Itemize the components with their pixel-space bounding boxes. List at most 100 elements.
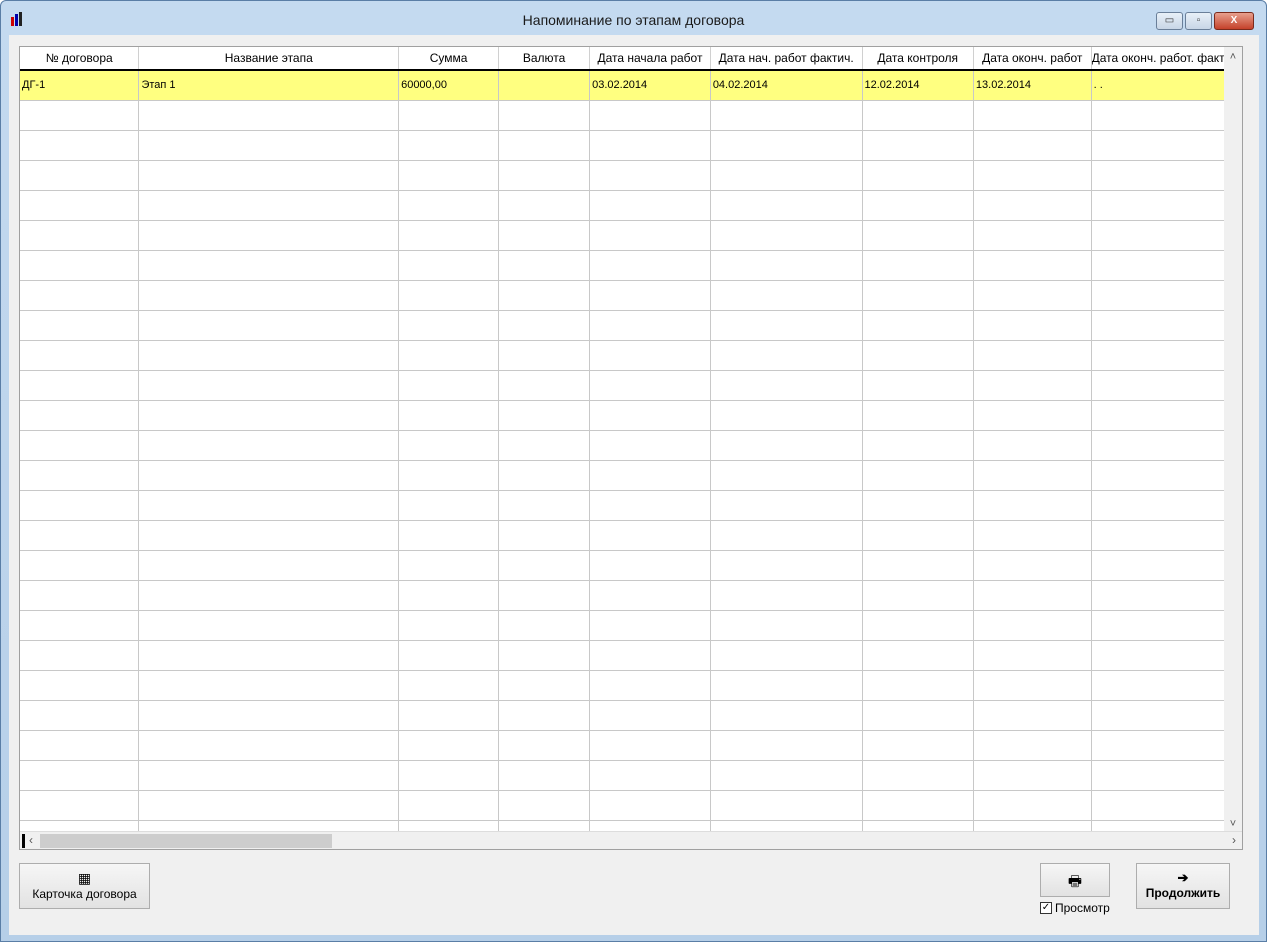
table-cell[interactable]	[710, 220, 863, 251]
table-cell[interactable]	[973, 550, 1092, 581]
table-cell[interactable]	[710, 550, 863, 581]
table-cell[interactable]	[398, 430, 500, 461]
table-cell[interactable]	[862, 160, 974, 191]
preview-checkbox-box[interactable]: ✓	[1040, 902, 1052, 914]
table-cell[interactable]	[589, 730, 711, 761]
empty-row[interactable]	[20, 670, 1242, 701]
table-cell[interactable]	[973, 610, 1092, 641]
empty-row[interactable]	[20, 730, 1242, 761]
table-cell[interactable]	[1091, 130, 1242, 161]
table-cell[interactable]	[138, 130, 400, 161]
table-cell[interactable]	[973, 370, 1092, 401]
table-cell[interactable]	[589, 550, 711, 581]
table-cell[interactable]	[398, 670, 500, 701]
table-cell[interactable]	[973, 580, 1092, 611]
table-cell[interactable]	[589, 160, 711, 191]
table-cell[interactable]	[20, 250, 140, 281]
table-cell[interactable]	[498, 370, 591, 401]
table-cell[interactable]	[138, 280, 400, 311]
table-cell[interactable]	[973, 640, 1092, 671]
table-cell[interactable]: 12.02.2014	[862, 70, 974, 101]
table-cell[interactable]	[20, 220, 140, 251]
table-cell[interactable]	[1091, 610, 1242, 641]
table-cell[interactable]	[498, 70, 591, 101]
table-cell[interactable]	[498, 160, 591, 191]
table-cell[interactable]	[589, 340, 711, 371]
empty-row[interactable]	[20, 310, 1242, 341]
table-cell[interactable]	[862, 580, 974, 611]
contract-card-button[interactable]: ▦ Карточка договора	[19, 863, 150, 909]
table-cell[interactable]	[1091, 400, 1242, 431]
table-cell[interactable]	[138, 730, 400, 761]
table-cell[interactable]	[498, 460, 591, 491]
table-cell[interactable]	[1091, 670, 1242, 701]
table-cell[interactable]	[862, 100, 974, 131]
table-cell[interactable]	[138, 340, 400, 371]
table-cell[interactable]	[20, 310, 140, 341]
table-cell[interactable]	[862, 790, 974, 821]
table-cell[interactable]	[398, 580, 500, 611]
table-cell[interactable]	[862, 340, 974, 371]
empty-row[interactable]	[20, 580, 1242, 611]
table-cell[interactable]	[138, 310, 400, 341]
table-cell[interactable]	[498, 130, 591, 161]
empty-row[interactable]	[20, 790, 1242, 821]
table-cell[interactable]	[20, 700, 140, 731]
table-cell[interactable]	[398, 220, 500, 251]
table-cell[interactable]	[973, 220, 1092, 251]
scroll-right-button[interactable]: ›	[1232, 833, 1236, 847]
table-cell[interactable]	[862, 190, 974, 221]
table-cell[interactable]	[138, 490, 400, 521]
empty-row[interactable]	[20, 610, 1242, 641]
table-cell[interactable]	[589, 100, 711, 131]
empty-row[interactable]	[20, 100, 1242, 131]
empty-row[interactable]	[20, 460, 1242, 491]
table-cell[interactable]	[138, 460, 400, 491]
table-cell[interactable]	[973, 430, 1092, 461]
table-cell[interactable]	[973, 100, 1092, 131]
table-cell[interactable]	[973, 490, 1092, 521]
empty-row[interactable]	[20, 370, 1242, 401]
table-cell[interactable]	[138, 250, 400, 281]
table-cell[interactable]	[973, 190, 1092, 221]
empty-row[interactable]	[20, 280, 1242, 311]
empty-row[interactable]	[20, 490, 1242, 521]
continue-button[interactable]: ➔ Продолжить	[1136, 863, 1230, 909]
table-cell[interactable]	[1091, 100, 1242, 131]
table-cell[interactable]	[1091, 490, 1242, 521]
table-cell[interactable]	[1091, 370, 1242, 401]
table-cell[interactable]	[589, 640, 711, 671]
table-cell[interactable]	[20, 580, 140, 611]
table-cell[interactable]	[398, 400, 500, 431]
table-cell[interactable]	[20, 430, 140, 461]
empty-row[interactable]	[20, 550, 1242, 581]
preview-checkbox[interactable]: ✓ Просмотр	[1040, 901, 1110, 915]
table-cell[interactable]	[20, 190, 140, 221]
table-cell[interactable]	[710, 790, 863, 821]
table-cell[interactable]	[1091, 250, 1242, 281]
table-cell[interactable]	[862, 250, 974, 281]
table-cell[interactable]	[710, 100, 863, 131]
table-cell[interactable]	[710, 520, 863, 551]
table-cell[interactable]	[589, 400, 711, 431]
table-cell[interactable]	[1091, 760, 1242, 791]
empty-row[interactable]	[20, 130, 1242, 161]
table-cell[interactable]	[398, 280, 500, 311]
table-cell[interactable]	[862, 130, 974, 161]
table-cell[interactable]	[498, 250, 591, 281]
table-cell[interactable]	[398, 340, 500, 371]
empty-row[interactable]	[20, 640, 1242, 671]
table-cell[interactable]	[1091, 460, 1242, 491]
table-cell[interactable]	[1091, 280, 1242, 311]
table-cell[interactable]	[862, 640, 974, 671]
table-cell[interactable]	[973, 340, 1092, 371]
table-cell[interactable]	[20, 100, 140, 131]
column-header[interactable]: Название этапа	[138, 47, 400, 71]
table-cell[interactable]	[710, 670, 863, 701]
table-cell[interactable]	[862, 670, 974, 701]
table-cell[interactable]	[589, 280, 711, 311]
table-cell[interactable]	[138, 790, 400, 821]
table-cell[interactable]	[138, 520, 400, 551]
table-cell[interactable]	[498, 610, 591, 641]
table-cell[interactable]	[1091, 520, 1242, 551]
